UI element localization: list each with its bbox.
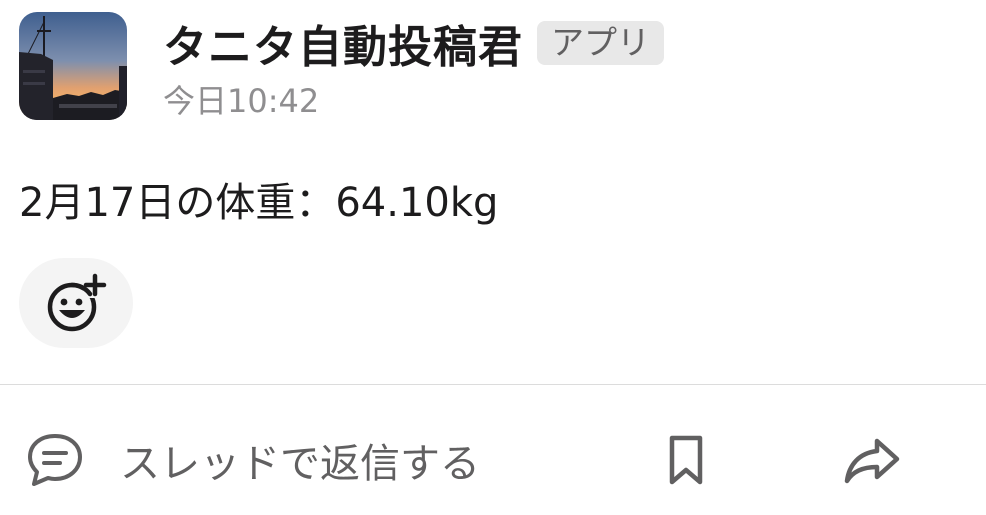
save-bookmark-button[interactable] xyxy=(660,432,712,488)
share-button[interactable] xyxy=(842,432,902,488)
sunset-photo-avatar xyxy=(19,12,127,120)
avatar[interactable] xyxy=(19,12,127,120)
add-reaction-button[interactable] xyxy=(19,258,133,348)
reply-label: スレッドで返信する xyxy=(120,441,480,487)
add-reaction-icon xyxy=(47,273,107,332)
message-timestamp[interactable]: 今日10:42 xyxy=(163,76,319,122)
divider xyxy=(0,384,986,385)
sender-header: タニタ自動投稿君 アプリ xyxy=(163,11,664,75)
sender-name[interactable]: タニタ自動投稿君 xyxy=(163,11,523,75)
share-arrow-icon xyxy=(844,438,900,484)
message-text: 2月17日の体重：64.10kg xyxy=(19,180,499,226)
comment-icon xyxy=(28,434,82,486)
app-badge: アプリ xyxy=(537,21,664,65)
reply-in-thread-button[interactable]: スレッドで返信する xyxy=(26,430,480,490)
bookmark-icon xyxy=(669,435,703,485)
